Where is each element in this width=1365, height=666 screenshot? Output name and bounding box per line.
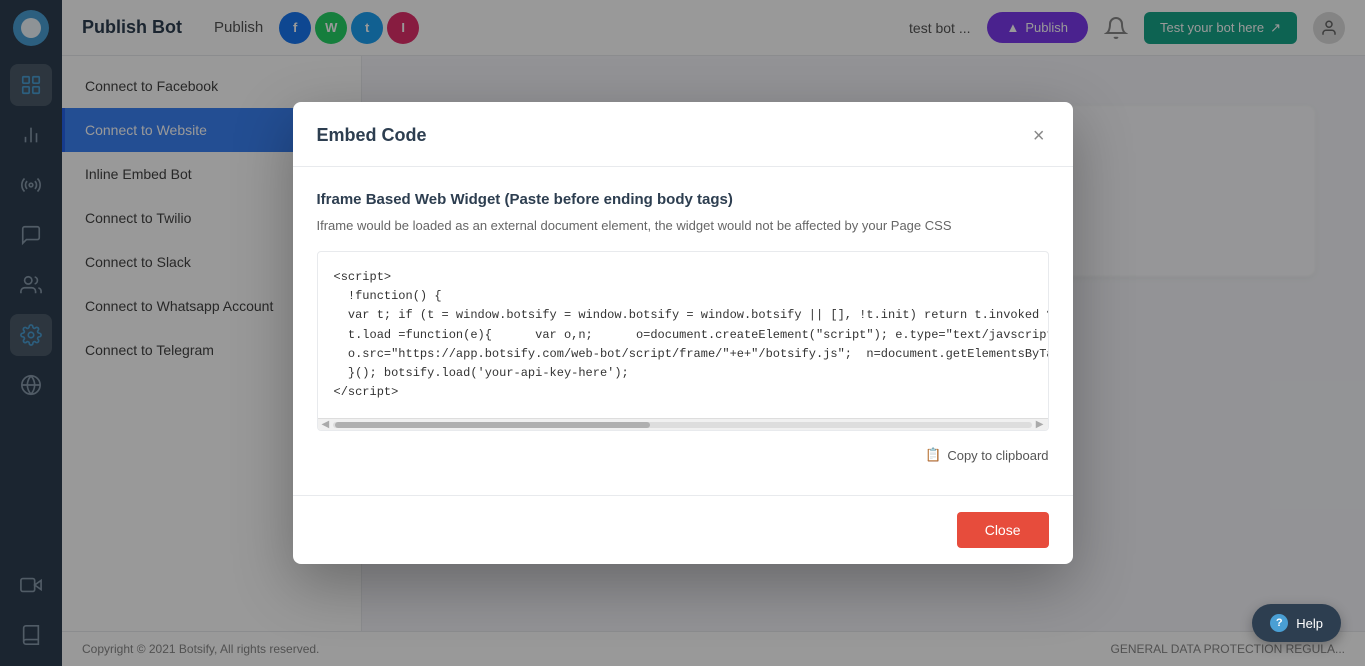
modal-body: Iframe Based Web Widget (Paste before en… bbox=[293, 167, 1073, 496]
help-icon: ? bbox=[1270, 614, 1288, 632]
help-label: Help bbox=[1296, 616, 1323, 631]
embed-section-title: Iframe Based Web Widget (Paste before en… bbox=[317, 191, 1049, 208]
modal-close-button[interactable]: × bbox=[1029, 122, 1049, 150]
code-block: <script> !function() { var t; if (t = wi… bbox=[318, 252, 1048, 418]
modal-footer: Close bbox=[293, 495, 1073, 564]
help-button[interactable]: ? Help bbox=[1252, 604, 1341, 642]
copy-clipboard-button[interactable]: 📋 Copy to clipboard bbox=[925, 447, 1048, 463]
modal-title: Embed Code bbox=[317, 125, 427, 146]
embed-description: Iframe would be loaded as an external do… bbox=[317, 216, 1049, 236]
modal-overlay: Embed Code × Iframe Based Web Widget (Pa… bbox=[0, 0, 1365, 666]
copy-clipboard-row: 📋 Copy to clipboard bbox=[317, 447, 1049, 463]
embed-code-modal: Embed Code × Iframe Based Web Widget (Pa… bbox=[293, 102, 1073, 565]
modal-header: Embed Code × bbox=[293, 102, 1073, 167]
clipboard-icon: 📋 bbox=[925, 447, 941, 463]
code-block-wrapper[interactable]: <script> !function() { var t; if (t = wi… bbox=[317, 251, 1049, 431]
code-scrollbar[interactable]: ◀ ▶ bbox=[318, 418, 1048, 430]
modal-close-btn[interactable]: Close bbox=[957, 512, 1049, 548]
